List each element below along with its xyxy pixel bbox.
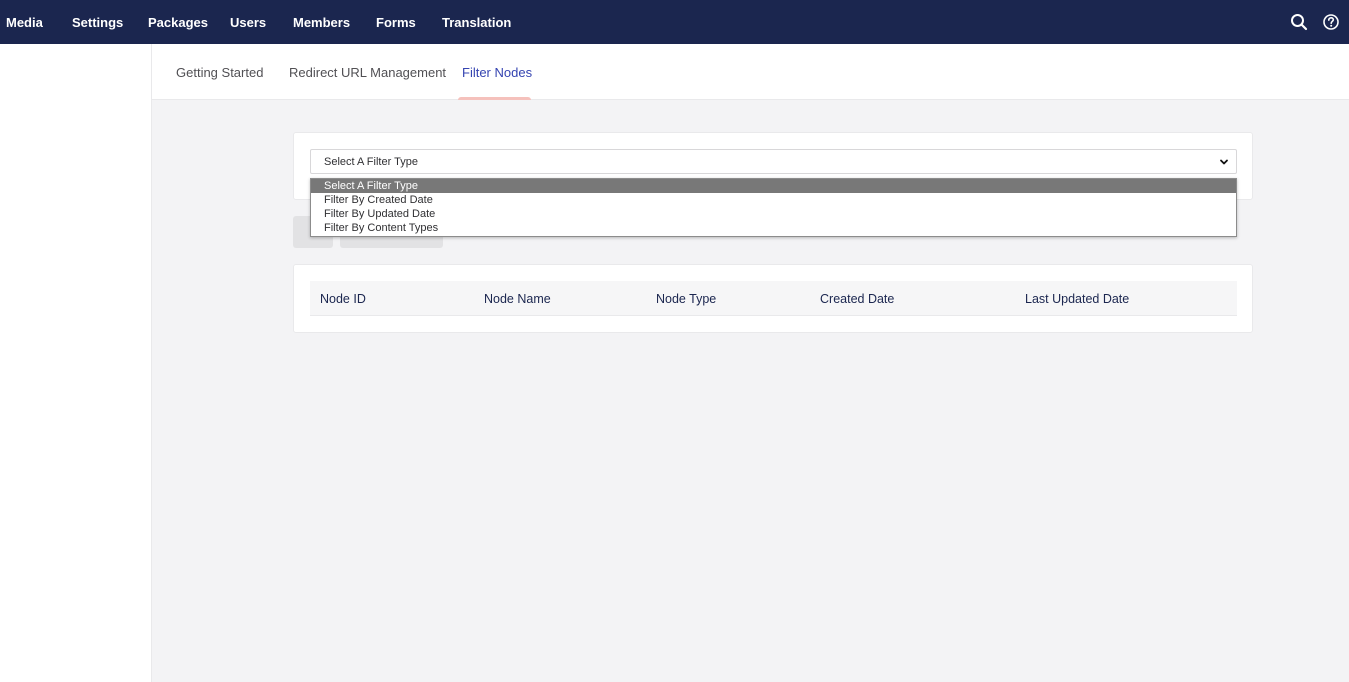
chevron-down-icon	[1219, 157, 1229, 167]
nav-media[interactable]: Media	[6, 0, 43, 44]
help-icon[interactable]	[1321, 12, 1341, 32]
search-icon[interactable]	[1289, 12, 1309, 32]
column-node-id: Node ID	[320, 291, 366, 306]
column-node-type: Node Type	[656, 291, 717, 306]
nav-members[interactable]: Members	[293, 0, 350, 44]
filter-type-select[interactable]: Select A Filter Type	[310, 149, 1237, 174]
sidebar	[0, 44, 152, 682]
nav-settings[interactable]: Settings	[72, 0, 123, 44]
column-created-date: Created Date	[820, 291, 895, 306]
column-last-updated-date: Last Updated Date	[1025, 291, 1130, 306]
option-select-a-filter-type[interactable]: Select A Filter Type	[311, 179, 1236, 193]
nav-forms[interactable]: Forms	[376, 0, 416, 44]
option-filter-by-content-types[interactable]: Filter By Content Types	[311, 221, 1236, 235]
nav-translation[interactable]: Translation	[442, 0, 511, 44]
nav-packages[interactable]: Packages	[148, 0, 208, 44]
nav-users[interactable]: Users	[230, 0, 266, 44]
section-tabs: Getting Started Redirect URL Management …	[152, 44, 1349, 100]
tab-redirect-url-management[interactable]: Redirect URL Management	[289, 44, 446, 100]
top-navigation-bar: Media Settings Packages Users Members Fo…	[0, 0, 1349, 44]
tab-getting-started[interactable]: Getting Started	[176, 44, 263, 100]
option-filter-by-created-date[interactable]: Filter By Created Date	[311, 193, 1236, 207]
nav-actions	[1289, 0, 1341, 44]
column-node-name: Node Name	[484, 291, 551, 306]
filter-type-dropdown-list: Select A Filter Type Filter By Created D…	[310, 178, 1237, 237]
results-table-header: Node ID Node Name Node Type Created Date…	[310, 281, 1237, 316]
filter-type-selected-value: Select A Filter Type	[324, 155, 418, 168]
option-filter-by-updated-date[interactable]: Filter By Updated Date	[311, 207, 1236, 221]
tab-filter-nodes[interactable]: Filter Nodes	[462, 44, 532, 100]
